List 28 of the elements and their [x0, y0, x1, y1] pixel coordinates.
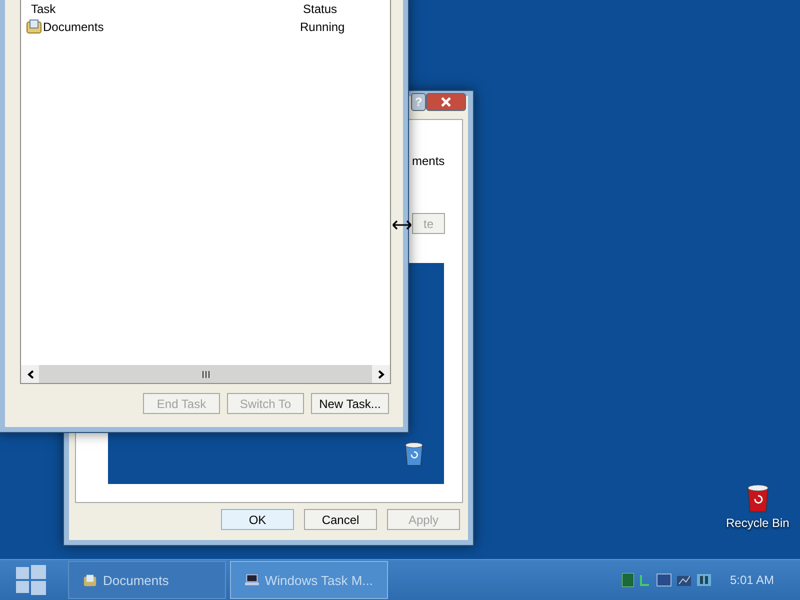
close-icon	[441, 97, 451, 107]
recycle-bin-icon	[744, 483, 771, 513]
dialog-button[interactable]: Cancel	[304, 509, 377, 530]
tray-monitor-icon[interactable]	[656, 573, 672, 587]
resize-cursor-icon	[392, 220, 412, 230]
task-name: Documents	[43, 20, 104, 34]
chevron-right-icon	[378, 370, 384, 378]
clock[interactable]: 5:01 AM	[730, 573, 774, 587]
taskbar-button[interactable]: Documents	[68, 561, 226, 599]
column-header[interactable]: Task	[31, 2, 56, 16]
taskbar-button[interactable]: Windows Task M...	[230, 561, 388, 599]
dialog-text: ments	[412, 154, 445, 168]
dialog-button[interactable]: OK	[221, 509, 294, 530]
tray-chart-icon[interactable]	[676, 573, 692, 587]
folder-icon	[83, 574, 97, 586]
tray-grid-icon[interactable]	[622, 573, 634, 587]
horizontal-scrollbar[interactable]	[21, 365, 390, 383]
chevron-left-icon	[26, 370, 34, 378]
task-button[interactable]: New Task...	[311, 393, 389, 414]
grip-icon	[202, 370, 210, 378]
column-header[interactable]: Status	[303, 2, 338, 16]
desktop-icon-label[interactable]: Recycle Bin	[726, 516, 790, 530]
folder-icon	[26, 19, 42, 34]
task-status: Running	[300, 20, 345, 34]
close-button[interactable]	[426, 93, 466, 111]
computer-icon	[245, 573, 259, 587]
recycle-bin-icon	[403, 441, 425, 466]
tray-tile-icon[interactable]	[696, 573, 712, 587]
